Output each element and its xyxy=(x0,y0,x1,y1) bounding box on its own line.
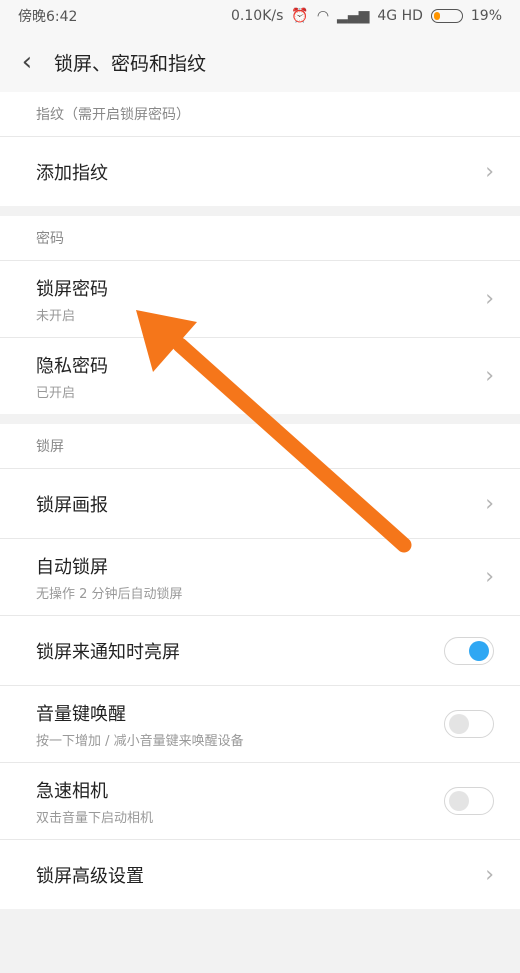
privacy-password-status: 已开启 xyxy=(36,385,76,401)
lock-password-status: 未开启 xyxy=(36,308,76,324)
section-password: 密码 锁屏密码 未开启 › 隐私密码 已开启 › xyxy=(0,216,520,414)
chevron-right-icon: › xyxy=(485,491,494,516)
status-bar: 傍晚6:42 0.10K/s ⏰ ◠ ▂▄▆ 4G HD 19% xyxy=(0,0,520,32)
network-speed: 0.10K/s xyxy=(231,8,284,24)
wifi-icon: ◠ xyxy=(316,8,330,24)
signal-icon: ▂▄▆ xyxy=(337,8,370,24)
volume-wake-toggle[interactable] xyxy=(444,710,494,738)
lockscreen-advanced-item[interactable]: 锁屏高级设置 › xyxy=(0,840,520,909)
quick-camera-item: 急速相机 双击音量下启动相机 xyxy=(0,763,520,840)
back-button[interactable]: ‹ xyxy=(0,32,54,92)
lockscreen-wallpaper-item[interactable]: 锁屏画报 › xyxy=(0,469,520,539)
chevron-right-icon: › xyxy=(485,159,494,184)
privacy-password-label: 隐私密码 xyxy=(36,355,108,377)
auto-lock-item[interactable]: 自动锁屏 无操作 2 分钟后自动锁屏 › xyxy=(0,539,520,616)
chevron-right-icon: › xyxy=(485,862,494,887)
notify-wake-toggle[interactable] xyxy=(444,636,494,665)
auto-lock-label: 自动锁屏 xyxy=(36,556,108,578)
alarm-icon: ⏰ xyxy=(291,8,309,24)
section-lockscreen: 锁屏 锁屏画报 › 自动锁屏 无操作 2 分钟后自动锁屏 › 锁屏来通知时亮屏 … xyxy=(0,424,520,909)
app-header: ‹ 锁屏、密码和指纹 xyxy=(0,32,520,92)
toggle-knob xyxy=(449,791,469,811)
chevron-left-icon: ‹ xyxy=(21,47,33,77)
chevron-right-icon: › xyxy=(485,286,494,312)
chevron-right-icon: › xyxy=(485,564,494,590)
section-fingerprint: 指纹（需开启锁屏密码） 添加指纹 › xyxy=(0,92,520,206)
lockscreen-advanced-label: 锁屏高级设置 xyxy=(36,865,144,887)
lock-password-label: 锁屏密码 xyxy=(36,278,108,300)
privacy-password-item[interactable]: 隐私密码 已开启 › xyxy=(0,338,520,414)
auto-lock-desc: 无操作 2 分钟后自动锁屏 xyxy=(36,586,183,602)
add-fingerprint-item[interactable]: 添加指纹 › xyxy=(0,137,520,206)
battery-level: 19% xyxy=(470,8,502,24)
quick-camera-toggle[interactable] xyxy=(444,787,494,815)
section-heading-fingerprint: 指纹（需开启锁屏密码） xyxy=(0,92,520,137)
add-fingerprint-label: 添加指纹 xyxy=(36,162,108,184)
battery-icon xyxy=(430,9,463,23)
section-heading-password: 密码 xyxy=(0,216,520,261)
lock-password-item[interactable]: 锁屏密码 未开启 › xyxy=(0,261,520,338)
toggle-knob xyxy=(469,640,489,661)
toggle-knob xyxy=(449,714,469,734)
network-type: 4G HD xyxy=(377,8,423,24)
lockscreen-wallpaper-label: 锁屏画报 xyxy=(36,494,108,516)
notify-wake-item: 锁屏来通知时亮屏 xyxy=(0,616,520,686)
chevron-right-icon: › xyxy=(485,363,494,389)
status-time: 傍晚6:42 xyxy=(18,9,78,25)
page-title: 锁屏、密码和指纹 xyxy=(54,52,207,75)
volume-wake-item: 音量键唤醒 按一下增加 / 减小音量键来唤醒设备 xyxy=(0,686,520,763)
section-heading-lockscreen: 锁屏 xyxy=(0,424,520,469)
